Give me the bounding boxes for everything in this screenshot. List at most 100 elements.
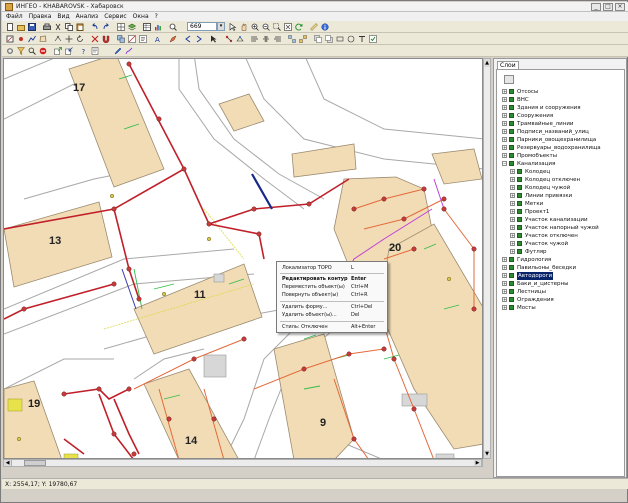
expand-toggle-icon[interactable]: + xyxy=(502,273,507,278)
layer-visibility-icon[interactable] xyxy=(509,297,514,302)
map-canvas[interactable]: 17 13 11 20 19 14 9 Локализатор ТОРО L Ре… xyxy=(3,58,483,459)
zoom-extent-icon[interactable] xyxy=(283,22,293,32)
tool-brush-icon[interactable] xyxy=(124,46,134,56)
close-button[interactable]: × xyxy=(615,3,625,11)
checkbox-icon[interactable] xyxy=(368,34,378,44)
pick-object-icon[interactable] xyxy=(209,34,219,44)
layer-visibility-icon[interactable] xyxy=(517,169,522,174)
layers-icon[interactable] xyxy=(127,22,137,32)
new-file-icon[interactable] xyxy=(5,22,15,32)
layer-visibility-icon[interactable] xyxy=(509,89,514,94)
undo-icon[interactable] xyxy=(90,22,100,32)
map-horizontal-scrollbar[interactable]: ◀ ▶ xyxy=(3,459,483,467)
snap-icon[interactable] xyxy=(101,34,111,44)
menu-service[interactable]: Сервис xyxy=(104,12,126,21)
menu-view[interactable]: Вид xyxy=(57,12,69,21)
style-icon[interactable] xyxy=(168,34,178,44)
scroll-thumb[interactable] xyxy=(24,460,46,466)
maximize-button[interactable]: □ xyxy=(603,3,613,11)
print-icon[interactable] xyxy=(42,22,52,32)
layer-visibility-icon[interactable] xyxy=(509,129,514,134)
ctx-style[interactable]: Стиль: Отключен Alt+Enter xyxy=(277,323,387,331)
layer-visibility-icon[interactable] xyxy=(509,273,514,278)
layer-visibility-icon[interactable] xyxy=(509,137,514,142)
report-icon[interactable] xyxy=(90,46,100,56)
layer-visibility-icon[interactable] xyxy=(509,97,514,102)
zoom-window-icon[interactable] xyxy=(272,22,282,32)
ctx-edit-contour[interactable]: Редактировать контур Enter xyxy=(277,275,387,283)
scroll-left-icon[interactable]: ◀ xyxy=(4,460,12,466)
expand-toggle-icon[interactable]: + xyxy=(502,105,507,110)
chart-icon[interactable] xyxy=(153,22,163,32)
query-icon[interactable]: ? xyxy=(79,46,89,56)
filter-icon[interactable] xyxy=(16,46,26,56)
delete-icon[interactable] xyxy=(90,34,100,44)
ctx-move-objects[interactable]: Переместить объект(ы) Ctrl+M xyxy=(277,283,387,291)
tool-pen-icon[interactable] xyxy=(113,46,123,56)
scroll-right-icon[interactable]: ▶ xyxy=(474,460,482,466)
expand-toggle-icon[interactable]: + xyxy=(510,225,515,230)
ctx-rotate-objects[interactable]: Повернуть объект(ы) Ctrl+R xyxy=(277,291,387,299)
menu-file[interactable]: Файл xyxy=(6,12,23,21)
layer-visibility-icon[interactable] xyxy=(509,121,514,126)
ctx-delete-form[interactable]: Удалить форму... Ctrl+Del xyxy=(277,303,387,311)
rectangle-icon[interactable] xyxy=(335,34,345,44)
expand-toggle-icon[interactable]: + xyxy=(510,209,515,214)
ungroup-icon[interactable] xyxy=(298,34,308,44)
layer-visibility-icon[interactable] xyxy=(517,225,522,230)
back-icon[interactable] xyxy=(183,34,193,44)
menu-windows[interactable]: Окна xyxy=(133,12,149,21)
import-icon[interactable] xyxy=(64,46,74,56)
text-icon[interactable] xyxy=(357,34,367,44)
layer-visibility-icon[interactable] xyxy=(509,305,514,310)
expand-toggle-icon[interactable]: + xyxy=(510,201,515,206)
tab-layers[interactable]: Слои xyxy=(497,61,519,69)
scroll-down-icon[interactable]: ▼ xyxy=(484,450,490,458)
settings-icon[interactable] xyxy=(5,46,15,56)
bring-front-icon[interactable] xyxy=(313,34,323,44)
zoom-scale-icon[interactable] xyxy=(168,22,178,32)
open-folder-icon[interactable] xyxy=(16,22,26,32)
table-icon[interactable] xyxy=(142,22,152,32)
expand-toggle-icon[interactable]: + xyxy=(502,305,507,310)
expand-toggle-icon[interactable]: + xyxy=(510,177,515,182)
layer-visibility-icon[interactable] xyxy=(517,241,522,246)
search-icon[interactable] xyxy=(27,46,37,56)
layer-visibility-icon[interactable] xyxy=(517,209,522,214)
expand-toggle-icon[interactable]: + xyxy=(510,185,515,190)
zoom-in-icon[interactable] xyxy=(250,22,260,32)
expand-toggle-icon[interactable]: + xyxy=(502,113,507,118)
align-left-icon[interactable] xyxy=(250,34,260,44)
minimize-button[interactable]: _ xyxy=(591,3,601,11)
layer-visibility-icon[interactable] xyxy=(509,281,514,286)
layer-visibility-icon[interactable] xyxy=(509,105,514,110)
map-drawing[interactable] xyxy=(4,59,483,459)
scroll-up-icon[interactable]: ▲ xyxy=(484,59,490,67)
refresh-icon[interactable] xyxy=(294,22,304,32)
stop-icon[interactable] xyxy=(38,46,48,56)
scale-dropdown-button[interactable]: ▾ xyxy=(217,22,225,31)
send-back-icon[interactable] xyxy=(324,34,334,44)
circle-icon[interactable] xyxy=(346,34,356,44)
measure-icon[interactable] xyxy=(309,22,319,32)
layer-visibility-icon[interactable] xyxy=(509,265,514,270)
layer-visibility-icon[interactable] xyxy=(509,145,514,150)
layer-visibility-icon[interactable] xyxy=(517,177,522,182)
layer-visibility-icon[interactable] xyxy=(517,193,522,198)
ctx-locator-toro[interactable]: Локализатор ТОРО L xyxy=(277,264,387,272)
ctx-delete-objects[interactable]: Удалить объект(ы)... Del xyxy=(277,311,387,319)
expand-toggle-icon[interactable]: + xyxy=(502,145,507,150)
edit-vertex-icon[interactable] xyxy=(53,34,63,44)
layer-visibility-icon[interactable] xyxy=(517,201,522,206)
expand-toggle-icon[interactable]: + xyxy=(502,281,507,286)
align-center-icon[interactable] xyxy=(261,34,271,44)
copy-icon[interactable] xyxy=(64,22,74,32)
draw-line-icon[interactable] xyxy=(27,34,37,44)
save-icon[interactable] xyxy=(27,22,37,32)
label-icon[interactable]: A xyxy=(153,34,163,44)
expand-toggle-icon[interactable]: + xyxy=(510,249,515,254)
info-icon[interactable] xyxy=(320,22,330,32)
zoom-out-icon[interactable] xyxy=(261,22,271,32)
export-icon[interactable] xyxy=(53,46,63,56)
map-vertical-scrollbar[interactable]: ▲ ▼ xyxy=(483,58,491,459)
